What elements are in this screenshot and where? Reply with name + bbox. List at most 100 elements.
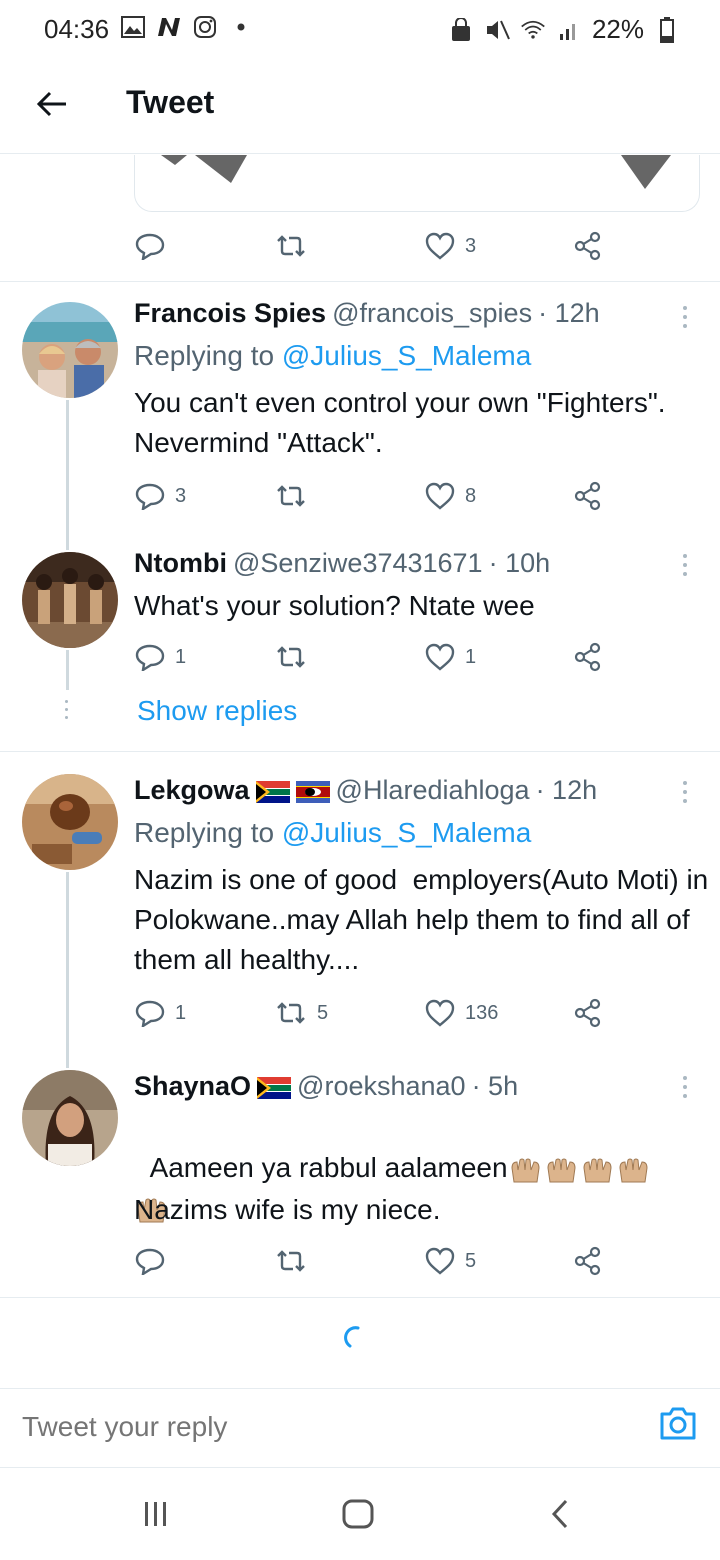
home-button[interactable] <box>338 1496 378 1532</box>
tweet-header: Ntombi @Senziwe37431671 · 10h <box>134 548 550 579</box>
tweet-header: Lekgowa @Hlarediahloga · 12h <box>134 775 597 806</box>
tweet-time: · 12h <box>538 298 600 328</box>
instagram-icon <box>192 14 218 40</box>
tweet-text-line: Nazims wife is my niece. <box>134 1194 441 1225</box>
author-name[interactable]: Ntombi <box>134 548 227 579</box>
loading-spinner-icon <box>340 1324 366 1350</box>
wifi-icon <box>520 17 546 43</box>
like-button[interactable]: 8 <box>425 476 476 516</box>
more-options-button[interactable] <box>680 781 690 803</box>
tweet-text-line: Aameen ya rabbul aalameen <box>149 1152 508 1183</box>
south-africa-flag-icon <box>255 775 290 806</box>
heart-icon <box>425 482 455 510</box>
reply-button[interactable]: 1 <box>135 993 186 1033</box>
share-button[interactable] <box>573 226 603 266</box>
reply-input[interactable] <box>22 1411 582 1443</box>
author-name[interactable]: Lekgowa <box>134 775 250 806</box>
reply-bubble-icon <box>135 644 165 671</box>
eswatini-flag-icon <box>295 775 330 806</box>
reply-button[interactable]: 1 <box>135 637 186 677</box>
card-image-fragment <box>161 155 671 189</box>
heart-icon <box>425 232 455 260</box>
author-name[interactable]: ShaynaO <box>134 1071 251 1102</box>
mention-link[interactable]: @Julius_S_Malema <box>282 340 531 371</box>
gallery-icon <box>120 14 146 40</box>
share-button[interactable] <box>573 637 603 677</box>
retweet-count: 5 <box>317 1001 329 1024</box>
author-name[interactable]: Francois Spies <box>134 298 326 329</box>
recent-apps-icon <box>145 1502 166 1526</box>
author-handle[interactable]: @roekshana0 <box>297 1071 466 1102</box>
more-options-button[interactable] <box>680 1076 690 1098</box>
status-notification-icons <box>120 14 254 40</box>
thread-line <box>66 400 69 550</box>
camera-button[interactable] <box>658 1405 698 1445</box>
tweet-actions: 5 <box>135 1241 615 1281</box>
author-handle[interactable]: @Hlarediahloga <box>336 775 530 806</box>
like-count: 3 <box>465 234 477 257</box>
reply-count: 1 <box>175 1001 187 1024</box>
like-button[interactable]: 3 <box>425 226 476 266</box>
share-button[interactable] <box>573 993 603 1033</box>
signal-icon <box>556 17 582 43</box>
like-count: 1 <box>465 645 477 668</box>
reply-composer <box>0 1388 720 1468</box>
show-replies-link[interactable]: Show replies <box>137 695 297 727</box>
retweet-icon <box>277 646 305 668</box>
retweet-button[interactable] <box>275 476 307 516</box>
battery-percent: 22% <box>591 14 644 44</box>
reply-count: 1 <box>175 645 187 668</box>
reply-button[interactable]: 3 <box>135 476 186 516</box>
status-time: 04:36 <box>44 14 110 44</box>
divider <box>0 751 720 752</box>
reply-button[interactable] <box>135 1241 165 1281</box>
recent-apps-button[interactable] <box>136 1496 176 1532</box>
tweet-text: You can't even control your own "Fighter… <box>134 387 674 458</box>
south-africa-flag-icon <box>257 1071 292 1102</box>
thread-continuation-dots <box>65 700 68 719</box>
back-button[interactable] <box>30 82 74 126</box>
heart-icon <box>425 1247 455 1275</box>
retweet-button[interactable]: 5 <box>275 993 328 1033</box>
reply-button[interactable] <box>135 226 165 266</box>
retweet-button[interactable] <box>275 637 307 677</box>
tweet-time: · 10h <box>488 548 551 578</box>
tweet-header: ShaynaO @roekshana0 · 5h <box>134 1071 518 1102</box>
status-bar: 04:36 22% <box>0 0 720 60</box>
tweet-text: What's your solution? Ntate wee <box>134 590 535 621</box>
share-button[interactable] <box>573 1241 603 1281</box>
n-app-icon <box>156 14 182 40</box>
retweet-button[interactable] <box>275 1241 307 1281</box>
tweet-actions: 3 <box>135 226 615 266</box>
tweet-actions: 1 1 <box>135 637 615 677</box>
avatar[interactable] <box>22 1070 118 1166</box>
retweet-icon <box>277 1002 305 1024</box>
like-button[interactable]: 136 <box>425 993 498 1033</box>
battery-icon <box>654 16 680 43</box>
like-button[interactable]: 5 <box>425 1241 476 1281</box>
more-options-button[interactable] <box>680 306 690 328</box>
heart-icon <box>425 643 455 671</box>
embedded-media-card[interactable] <box>134 155 700 212</box>
reply-bubble-icon <box>135 1000 165 1027</box>
tweet-header: Francois Spies @francois_spies · 12h <box>134 298 600 329</box>
retweet-button[interactable] <box>275 226 307 266</box>
share-icon <box>574 642 601 672</box>
author-handle[interactable]: @francois_spies <box>332 298 532 329</box>
avatar[interactable] <box>22 552 118 648</box>
replying-to: Replying to @Julius_S_Malema <box>134 817 532 848</box>
status-system-icons: 22% <box>448 14 680 45</box>
mention-link[interactable]: @Julius_S_Malema <box>282 817 531 848</box>
mute-icon <box>484 17 510 43</box>
like-button[interactable]: 1 <box>425 637 476 677</box>
avatar[interactable] <box>22 302 118 398</box>
author-handle[interactable]: @Senziwe37431671 <box>233 548 483 579</box>
tweet-time: · 12h <box>535 775 598 805</box>
avatar[interactable] <box>22 774 118 870</box>
share-icon <box>574 231 601 261</box>
divider <box>0 1297 720 1298</box>
back-nav-button[interactable] <box>540 1496 580 1532</box>
camera-icon <box>660 1407 696 1440</box>
share-button[interactable] <box>573 476 603 516</box>
more-options-button[interactable] <box>680 554 690 576</box>
